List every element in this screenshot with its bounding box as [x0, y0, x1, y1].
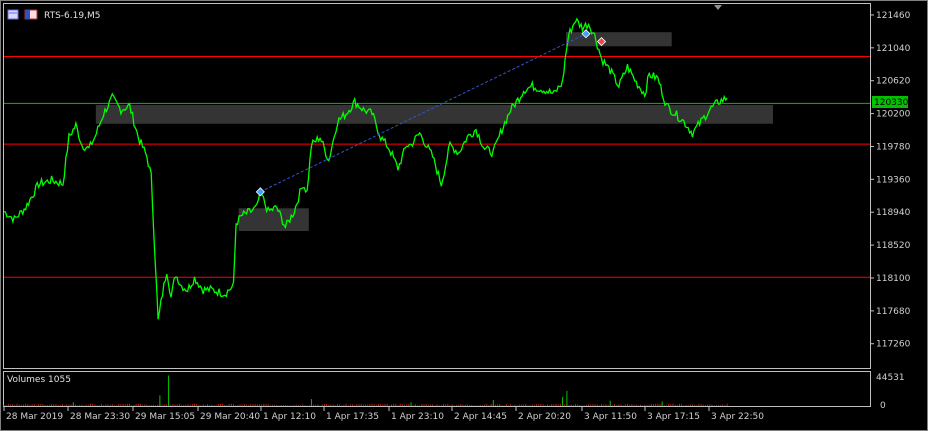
- volume-axis-zero-label: 0: [880, 401, 886, 411]
- y-tick-label-10: 117680: [876, 307, 911, 317]
- chart-header: RTS-6.19,M5: [7, 9, 100, 21]
- y-tick-label-6: 119360: [876, 175, 911, 185]
- volumes-label: Volumes 1055: [7, 375, 71, 385]
- time-axis[interactable]: 28 Mar 2019 28 Mar 23:30 29 Mar 15:05 29 Ma…: [3, 406, 764, 422]
- x-tick-label-4: 29 Mar 20:40: [200, 412, 260, 422]
- x-tick-label-6: 1 Apr 17:35: [326, 412, 379, 422]
- y-tick-label-5: 119780: [876, 142, 911, 152]
- x-tick-label-11: 3 Apr 17:15: [647, 412, 700, 422]
- horizontal-levels: [4, 55, 870, 278]
- x-tick-label-2: 28 Mar 23:30: [70, 412, 130, 422]
- chart-canvas[interactable]: RTS-6.19,M5 121460 121040 120620 120200 1197…: [0, 0, 928, 431]
- x-tick-label-5: 1 Apr 12:10: [263, 412, 316, 422]
- volume-axis-max-label: 44531: [876, 373, 905, 383]
- chart-window[interactable]: RTS-6.19,M5 121460 121040 120620 120200 1197…: [0, 0, 928, 431]
- zone-2: [238, 208, 309, 232]
- x-tick-label-12: 3 Apr 22:50: [711, 412, 764, 422]
- chart-shift-marker[interactable]: [714, 5, 722, 10]
- y-tick-label-7: 118940: [876, 208, 911, 218]
- x-tick-label-8: 2 Apr 14:45: [454, 412, 507, 422]
- window-icon-left[interactable]: [7, 9, 19, 20]
- window-icon-right-flag: [25, 10, 30, 19]
- price-axis[interactable]: 121460 121040 120620 120200 119780 119360 1189…: [870, 11, 911, 350]
- y-tick-label-8: 118520: [876, 241, 911, 251]
- price-series: [3, 17, 728, 320]
- price-line: [3, 17, 728, 320]
- volume-panel-frame: [3, 371, 871, 407]
- trade-marker-1: [255, 187, 265, 197]
- x-tick-label-10: 3 Apr 11:50: [584, 412, 637, 422]
- y-tick-label-3: 120620: [876, 77, 911, 87]
- volume-axis: 44531 0: [876, 373, 905, 411]
- current-price-label: 120330: [874, 98, 909, 108]
- x-tick-label-9: 2 Apr 20:20: [518, 412, 571, 422]
- y-tick-label-1: 121460: [876, 11, 911, 21]
- y-tick-label-11: 117260: [876, 340, 911, 350]
- y-tick-label-4: 120200: [876, 110, 911, 120]
- window-frame: [0, 0, 928, 431]
- x-tick-label-7: 1 Apr 23:10: [391, 412, 444, 422]
- current-price-tag: 120330: [872, 96, 909, 108]
- support-resistance-zones: [95, 32, 774, 232]
- zone-3: [566, 32, 672, 47]
- x-tick-label-1: 28 Mar 2019: [6, 412, 63, 422]
- x-tick-label-3: 29 Mar 15:05: [135, 412, 195, 422]
- y-tick-label-9: 118100: [876, 274, 911, 284]
- y-tick-label-2: 121040: [876, 44, 911, 54]
- price-panel-frame: [3, 3, 871, 369]
- symbol-title: RTS-6.19,M5: [44, 11, 100, 21]
- volume-bars: [3, 375, 728, 406]
